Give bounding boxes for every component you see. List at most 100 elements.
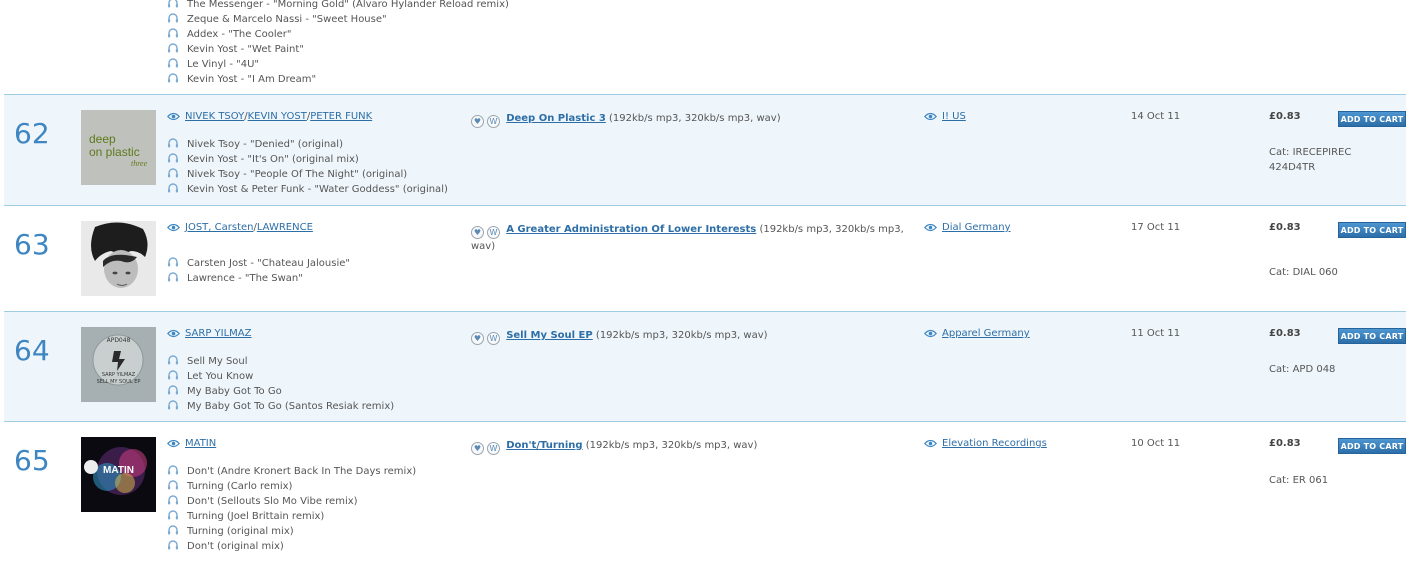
eye-icon[interactable] [924, 223, 937, 232]
label-link[interactable]: Dial Germany [942, 222, 1011, 233]
headphones-icon[interactable] [167, 57, 179, 69]
label-link[interactable]: Elevation Recordings [942, 438, 1047, 449]
eye-icon[interactable] [167, 329, 180, 338]
release-info: ♥ W Sell My Soul EP (192kb/s mp3, 320kb/s… [471, 328, 911, 345]
track-list: Sell My Soul Let You Know My Baby Got To… [167, 354, 394, 414]
release-title-link[interactable]: Deep On Plastic 3 [506, 113, 606, 124]
cover-text: APD048 [106, 337, 131, 344]
artist-link[interactable]: KEVIN YOST [248, 111, 307, 122]
track-item[interactable]: Don't (Andre Kronert Back In The Days re… [167, 464, 416, 479]
headphones-icon[interactable] [167, 182, 179, 194]
track-item[interactable]: Kevin Yost - "I Am Dream" [167, 72, 509, 87]
track-list: Don't (Andre Kronert Back In The Days re… [167, 464, 416, 554]
headphones-icon[interactable] [167, 27, 179, 39]
heart-icon[interactable]: ♥ [471, 226, 484, 239]
price: £0.83 [1269, 222, 1301, 233]
heart-icon[interactable]: ♥ [471, 442, 484, 455]
label-info: Dial Germany [924, 222, 1011, 233]
track-item[interactable]: Kevin Yost & Peter Funk - "Water Goddess… [167, 182, 448, 197]
eye-icon[interactable] [924, 112, 937, 121]
track-item[interactable]: Le Vinyl - "4U" [167, 57, 509, 72]
eye-icon[interactable] [167, 223, 180, 232]
track-item[interactable]: Kevin Yost - "Wet Paint" [167, 42, 509, 57]
headphones-icon[interactable] [167, 509, 179, 521]
release-title-link[interactable]: Sell My Soul EP [506, 330, 593, 341]
chart-rank: 63 [14, 228, 50, 261]
headphones-icon[interactable] [167, 384, 179, 396]
chart-row: 65 MATIN MATIN Don't (Andre Kronert Back… [4, 422, 1406, 562]
track-item[interactable]: Nivek Tsoy - "People Of The Night" (orig… [167, 167, 448, 182]
artist-links: MATIN [167, 438, 216, 449]
track-item[interactable]: Let You Know [167, 369, 394, 384]
add-to-cart-button[interactable]: ADD TO CART [1338, 328, 1406, 344]
cover-text: on plastic [89, 145, 140, 159]
headphones-icon[interactable] [167, 152, 179, 164]
track-item[interactable]: Nivek Tsoy - "Denied" (original) [167, 137, 448, 152]
track-name: Nivek Tsoy - "Denied" (original) [187, 139, 343, 150]
headphones-icon[interactable] [167, 354, 179, 366]
headphones-icon[interactable] [167, 464, 179, 476]
add-to-cart-button[interactable]: ADD TO CART [1338, 222, 1406, 238]
label-link[interactable]: Apparel Germany [942, 328, 1030, 339]
eye-icon[interactable] [167, 112, 180, 121]
headphones-icon[interactable] [167, 167, 179, 179]
track-item[interactable]: Zeque & Marcelo Nassi - "Sweet House" [167, 12, 509, 27]
track-item[interactable]: My Baby Got To Go (Santos Resiak remix) [167, 399, 394, 414]
headphones-icon[interactable] [167, 524, 179, 536]
release-formats: (192kb/s mp3, 320kb/s mp3, wav) [609, 113, 781, 124]
release-cover[interactable]: MATIN [81, 437, 156, 512]
heart-icon[interactable]: ♥ [471, 332, 484, 345]
headphones-icon[interactable] [167, 494, 179, 506]
release-title-link[interactable]: A Greater Administration Of Lower Intere… [506, 224, 756, 235]
artist-link[interactable]: MATIN [185, 438, 216, 449]
release-title-link[interactable]: Don't/Turning [506, 440, 582, 451]
headphones-icon[interactable] [167, 479, 179, 491]
price: £0.83 [1269, 111, 1301, 122]
headphones-icon[interactable] [167, 369, 179, 381]
w-icon[interactable]: W [487, 332, 500, 345]
heart-icon[interactable]: ♥ [471, 115, 484, 128]
headphones-icon[interactable] [167, 256, 179, 268]
artist-link[interactable]: SARP YILMAZ [185, 328, 251, 339]
track-item[interactable]: Lawrence - "The Swan" [167, 271, 350, 286]
track-item[interactable]: Don't (original mix) [167, 539, 416, 554]
artist-link[interactable]: NIVEK TSOY [185, 111, 244, 122]
track-item[interactable]: Carsten Jost - "Chateau Jalousie" [167, 256, 350, 271]
headphones-icon[interactable] [167, 0, 179, 9]
track-item[interactable]: Don't (Sellouts Slo Mo Vibe remix) [167, 494, 416, 509]
headphones-icon[interactable] [167, 399, 179, 411]
artist-link[interactable]: PETER FUNK [310, 111, 372, 122]
eye-icon[interactable] [167, 439, 180, 448]
w-icon[interactable]: W [487, 226, 500, 239]
artist-link[interactable]: LAWRENCE [257, 222, 313, 233]
track-item[interactable]: Kevin Yost - "It's On" (original mix) [167, 152, 448, 167]
track-item[interactable]: Turning (Joel Brittain remix) [167, 509, 416, 524]
w-icon[interactable]: W [487, 115, 500, 128]
release-cover[interactable] [81, 221, 156, 296]
artist-link[interactable]: JOST, Carsten [185, 222, 253, 233]
headphones-icon[interactable] [167, 12, 179, 24]
track-name: Zeque & Marcelo Nassi - "Sweet House" [187, 14, 387, 25]
add-to-cart-button[interactable]: ADD TO CART [1338, 438, 1406, 454]
eye-icon[interactable] [924, 329, 937, 338]
eye-icon[interactable] [924, 439, 937, 448]
track-item[interactable]: Addex - "The Cooler" [167, 27, 509, 42]
track-name: Turning (original mix) [187, 526, 294, 537]
catalog-number: Cat: DIAL 060 [1269, 267, 1338, 278]
release-cover[interactable]: deep on plastic three [81, 110, 156, 185]
headphones-icon[interactable] [167, 271, 179, 283]
release-cover[interactable]: APD048 SARP YILMAZ SELL MY SOUL EP [81, 327, 156, 402]
label-link[interactable]: I! US [942, 111, 966, 122]
track-item[interactable]: The Messenger - "Morning Gold" (Alvaro H… [167, 0, 509, 12]
w-icon[interactable]: W [487, 442, 500, 455]
add-to-cart-button[interactable]: ADD TO CART [1338, 111, 1406, 127]
headphones-icon[interactable] [167, 42, 179, 54]
headphones-icon[interactable] [167, 137, 179, 149]
headphones-icon[interactable] [167, 72, 179, 84]
track-item[interactable]: My Baby Got To Go [167, 384, 394, 399]
headphones-icon[interactable] [167, 539, 179, 551]
track-item[interactable]: Sell My Soul [167, 354, 394, 369]
track-item[interactable]: Turning (original mix) [167, 524, 416, 539]
cover-text: deep [89, 132, 116, 146]
track-item[interactable]: Turning (Carlo remix) [167, 479, 416, 494]
